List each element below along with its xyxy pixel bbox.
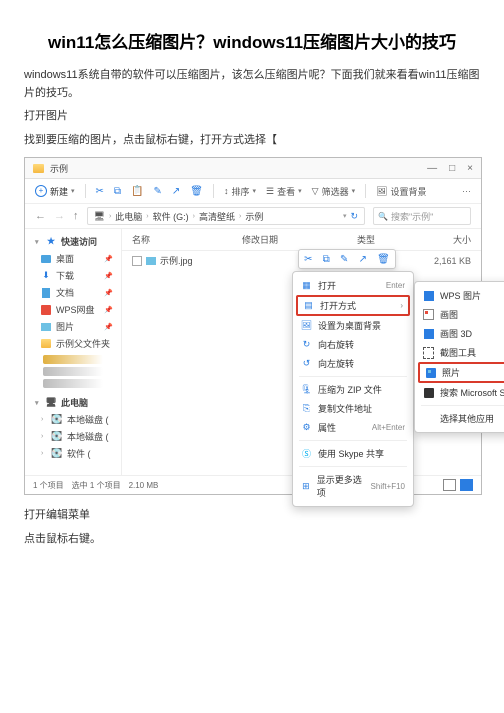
sidebar-local-disk[interactable]: ›💽本地磁盘 ( xyxy=(25,411,121,428)
mini-toolbar: ✂ ⧉ ✎ ↗ 🗑 xyxy=(298,249,396,269)
sm-photos[interactable]: 照片 xyxy=(425,365,504,380)
cm-rotate-right[interactable]: ↻向右旋转 xyxy=(293,335,413,354)
sidebar: ▾★快速访问 桌面📌 ⬇下载📌 文档📌 WPS网盘📌 图片📌 示例父文件夹 ▾🖥… xyxy=(25,229,122,475)
sidebar-desktop[interactable]: 桌面📌 xyxy=(25,250,121,267)
search-input[interactable]: 🔍 搜索"示例" xyxy=(373,207,471,225)
step2-title: 打开编辑菜单 xyxy=(24,507,480,525)
more-button[interactable]: ⋯ xyxy=(462,186,471,197)
sidebar-this-pc[interactable]: ▾🖥此电脑 xyxy=(25,394,121,411)
cm-open[interactable]: ▦打开Enter xyxy=(293,276,413,295)
cut-icon[interactable]: ✂ xyxy=(96,186,104,197)
view-details-icon[interactable] xyxy=(460,479,473,491)
maximize-button[interactable]: □ xyxy=(449,163,455,174)
step1-title: 打开图片 xyxy=(24,108,480,126)
copy-icon[interactable]: ⧉ xyxy=(114,186,121,197)
sm-choose[interactable]: 选择其他应用 xyxy=(415,409,504,428)
folder-icon xyxy=(33,164,44,173)
delete-icon[interactable]: 🗑 xyxy=(190,186,203,197)
article-title: win11怎么压缩图片？windows11压缩图片大小的技巧 xyxy=(24,28,480,53)
sidebar-documents[interactable]: 文档📌 xyxy=(25,284,121,301)
filter-button[interactable]: ▽筛选器▾ xyxy=(312,185,355,198)
new-button[interactable]: + 新建 ▾ xyxy=(35,185,75,198)
file-pane: 名称 修改日期 类型 大小 示例.jpg 2,161 KB ✂ ⧉ ✎ ↗ 🗑 xyxy=(122,229,481,475)
checkbox-icon[interactable] xyxy=(132,256,142,266)
cm-copy-path[interactable]: ⎘复制文件地址 xyxy=(293,399,413,418)
set-bg-button[interactable]: 🖼设置背景 xyxy=(376,185,426,198)
paste-icon[interactable]: 📋 xyxy=(131,186,143,197)
sm-paint3d[interactable]: 画图 3D xyxy=(415,324,504,343)
sidebar-soft-disk[interactable]: ›💽软件 ( xyxy=(25,445,121,462)
back-button[interactable]: ← xyxy=(35,210,46,222)
step1-body: 找到要压缩的图片，点击鼠标右键，打开方式选择【 xyxy=(24,132,480,150)
rename-icon[interactable]: ✎ xyxy=(154,186,162,197)
share-icon[interactable]: ↗ xyxy=(172,186,180,197)
cm-open-with[interactable]: ▤打开方式› xyxy=(303,298,403,313)
cm-show-more[interactable]: ⊞显示更多选项Shift+F10 xyxy=(293,470,413,502)
sm-wps[interactable]: WPS 图片 xyxy=(415,286,504,305)
sidebar-sample-folder[interactable]: 示例父文件夹 xyxy=(25,335,121,352)
view-button[interactable]: ☰查看▾ xyxy=(266,185,302,198)
plus-icon: + xyxy=(35,185,47,197)
image-icon xyxy=(146,257,156,265)
rename-icon[interactable]: ✎ xyxy=(340,254,348,265)
sm-paint[interactable]: 画图 xyxy=(415,305,504,324)
address-bar: ← → ↑ 🖥 › 此电脑› 软件 (G:)› 高清壁纸› 示例 ▾ ↻ 🔍 搜… xyxy=(25,204,481,229)
sm-snip[interactable]: 截图工具 xyxy=(415,343,504,362)
sm-store[interactable]: 搜索 Microsoft Store xyxy=(415,383,504,402)
copy-icon[interactable]: ⧉ xyxy=(323,254,330,265)
cut-icon[interactable]: ✂ xyxy=(304,254,312,265)
cm-skype[interactable]: Ⓢ使用 Skype 共享 xyxy=(293,444,413,463)
step2-body: 点击鼠标右键。 xyxy=(24,531,480,549)
sidebar-blurred-item xyxy=(43,379,103,388)
delete-icon[interactable]: 🗑 xyxy=(377,254,390,265)
sidebar-wps[interactable]: WPS网盘📌 xyxy=(25,301,121,318)
titlebar: 示例 — □ × xyxy=(25,158,481,179)
open-with-submenu: WPS 图片 画图 画图 3D 截图工具 照片 搜索 Microsoft Sto… xyxy=(414,281,504,433)
context-menu: ▦打开Enter ▤打开方式› 🖼设置为桌面背景 ↻向右旋转 ↺向左旋转 🗜压缩… xyxy=(292,271,414,507)
up-button[interactable]: ↑ xyxy=(73,210,79,222)
cm-set-bg[interactable]: 🖼设置为桌面背景 xyxy=(293,316,413,335)
breadcrumb[interactable]: 🖥 › 此电脑› 软件 (G:)› 高清壁纸› 示例 ▾ ↻ xyxy=(87,207,366,225)
share-icon[interactable]: ↗ xyxy=(359,254,367,265)
new-label: 新建 xyxy=(50,185,68,198)
sidebar-local-disk[interactable]: ›💽本地磁盘 ( xyxy=(25,428,121,445)
cm-rotate-left[interactable]: ↺向左旋转 xyxy=(293,354,413,373)
cm-properties[interactable]: ⚙属性Alt+Enter xyxy=(293,418,413,437)
minimize-button[interactable]: — xyxy=(427,163,437,174)
sort-button[interactable]: ↕排序▾ xyxy=(224,185,256,198)
cm-zip[interactable]: 🗜压缩为 ZIP 文件 xyxy=(293,380,413,399)
column-headers[interactable]: 名称 修改日期 类型 大小 xyxy=(122,229,481,251)
explorer-window: 示例 — □ × + 新建 ▾ ✂ ⧉ 📋 ✎ ↗ 🗑 ↕排序▾ ☰查看▾ xyxy=(24,157,482,495)
sidebar-blurred-item xyxy=(43,355,103,364)
forward-button[interactable]: → xyxy=(54,210,65,222)
search-icon: 🔍 xyxy=(378,212,388,221)
sidebar-blurred-item xyxy=(43,367,103,376)
sidebar-quick-access[interactable]: ▾★快速访问 xyxy=(25,233,121,250)
close-button[interactable]: × xyxy=(467,163,473,174)
status-text: 1 个项目 选中 1 个项目 2.10 MB xyxy=(33,480,158,491)
cm-open-with-highlight: ▤打开方式› xyxy=(296,295,410,316)
toolbar: + 新建 ▾ ✂ ⧉ 📋 ✎ ↗ 🗑 ↕排序▾ ☰查看▾ ▽筛选器▾ 🖼设置背景… xyxy=(25,179,481,204)
view-list-icon[interactable] xyxy=(443,479,456,491)
article-intro: windows11系统自带的软件可以压缩图片，该怎么压缩图片呢？下面我们就来看看… xyxy=(24,67,480,102)
window-title: 示例 xyxy=(50,162,68,175)
sm-photos-highlight: 照片 xyxy=(418,362,504,383)
sidebar-pictures[interactable]: 图片📌 xyxy=(25,318,121,335)
sidebar-downloads[interactable]: ⬇下载📌 xyxy=(25,267,121,284)
